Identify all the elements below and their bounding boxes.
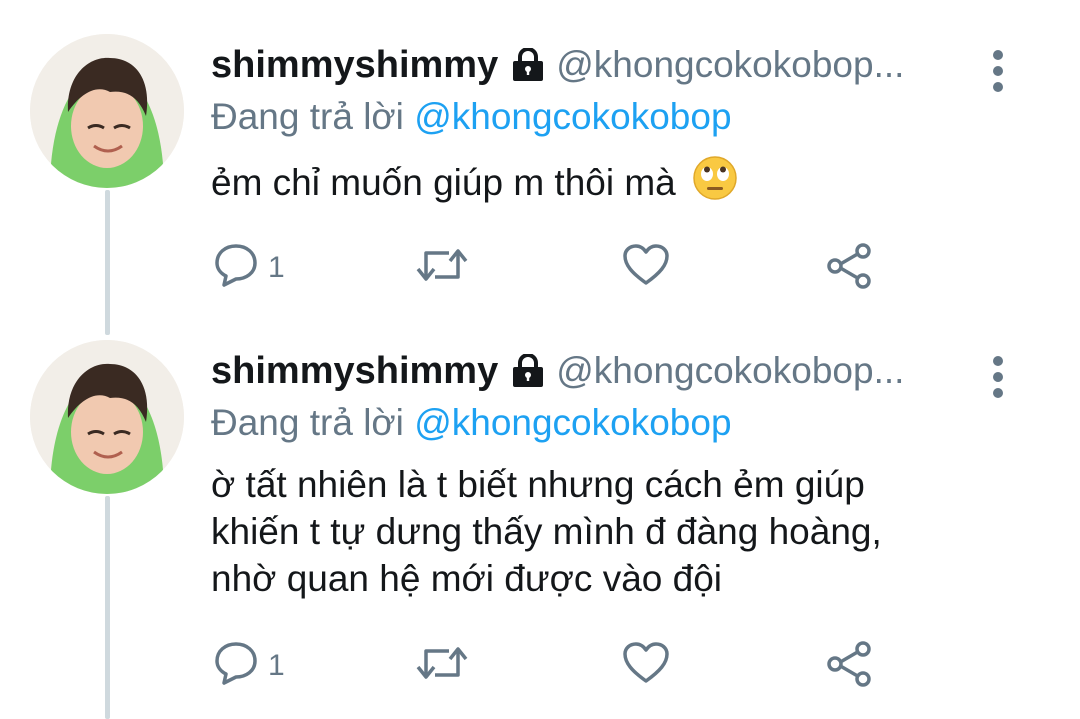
handle[interactable]: @khongcokokobop... <box>556 350 904 392</box>
tweet[interactable]: shimmyshimmy @khongcokokobop... Đang trả… <box>0 34 1080 324</box>
tweet-header: shimmyshimmy @khongcokokobop... <box>211 40 904 90</box>
reply-button[interactable]: 1 <box>214 641 285 690</box>
heart-icon <box>622 243 670 292</box>
avatar[interactable] <box>30 34 184 188</box>
retweet-button[interactable] <box>415 643 469 688</box>
handle[interactable]: @khongcokokobop... <box>556 44 904 86</box>
replying-to-handle[interactable]: @khongcokokobop <box>414 96 731 137</box>
reply-count: 1 <box>268 250 285 284</box>
retweet-icon <box>415 643 469 688</box>
tweet-text-line: nhờ quan hệ mới được vào đội <box>211 558 723 599</box>
avatar[interactable] <box>30 340 184 494</box>
replying-to: Đang trả lời @khongcokokobop <box>211 96 732 138</box>
rolling-eyes-emoji-icon <box>692 155 738 212</box>
share-button[interactable] <box>825 640 873 693</box>
retweet-button[interactable] <box>415 245 469 290</box>
like-button[interactable] <box>622 243 670 292</box>
more-options-icon[interactable] <box>985 48 1011 94</box>
tweet-text: ẻm chỉ muốn giúp m thôi mà <box>211 155 1011 212</box>
display-name[interactable]: shimmyshimmy <box>211 350 498 393</box>
replying-prefix: Đang trả lời <box>211 402 404 443</box>
retweet-icon <box>415 245 469 290</box>
tweet-text-line: ẻm chỉ muốn giúp m thôi mà <box>211 162 676 203</box>
tweet-text-line: ờ tất nhiên là t biết nhưng cách ẻm giúp <box>211 464 865 505</box>
share-icon <box>825 640 873 693</box>
tweet-actions: 1 <box>0 240 1080 290</box>
replying-to-handle[interactable]: @khongcokokobop <box>414 402 731 443</box>
replying-prefix: Đang trả lời <box>211 96 404 137</box>
tweet-text: ờ tất nhiên là t biết nhưng cách ẻm giúp… <box>211 461 1011 602</box>
share-button[interactable] <box>825 242 873 295</box>
tweet-header: shimmyshimmy @khongcokokobop... <box>211 346 904 396</box>
lock-icon <box>510 354 546 388</box>
like-button[interactable] <box>622 641 670 690</box>
heart-icon <box>622 641 670 690</box>
tweet-actions: 1 <box>0 638 1080 688</box>
more-options-icon[interactable] <box>985 354 1011 400</box>
replying-to: Đang trả lời @khongcokokobop <box>211 402 732 444</box>
reply-count: 1 <box>268 648 285 682</box>
reply-icon <box>214 243 258 292</box>
tweet-text-line: khiến t tự dưng thấy mình đ đàng hoàng, <box>211 511 882 552</box>
lock-icon <box>510 48 546 82</box>
reply-button[interactable]: 1 <box>214 243 285 292</box>
reply-icon <box>214 641 258 690</box>
tweet[interactable]: shimmyshimmy @khongcokokobop... Đang trả… <box>0 340 1080 719</box>
share-icon <box>825 242 873 295</box>
display-name[interactable]: shimmyshimmy <box>211 44 498 87</box>
